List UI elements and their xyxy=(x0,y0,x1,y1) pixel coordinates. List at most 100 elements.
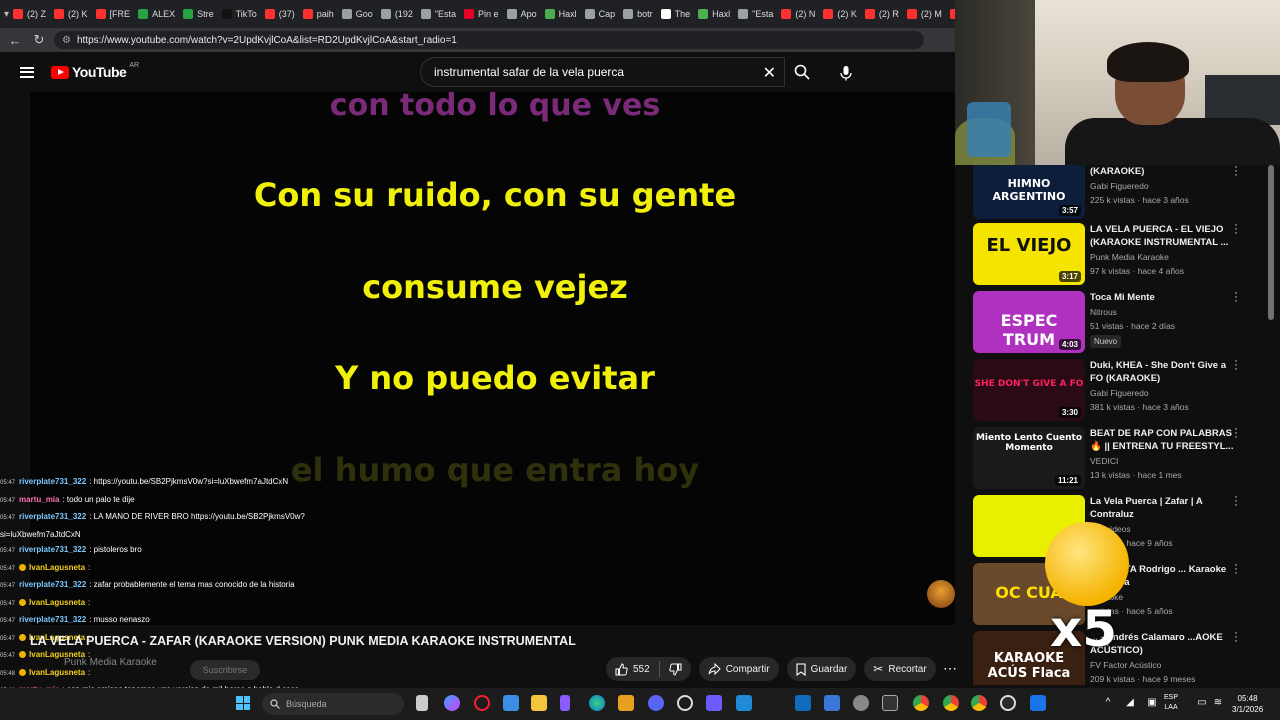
browser-tab[interactable]: TikTo xyxy=(218,3,261,25)
obs-icon[interactable] xyxy=(1000,695,1016,711)
browser-tab[interactable]: (192 xyxy=(377,3,417,25)
browser-tab[interactable]: (2) M xyxy=(903,3,946,25)
chat-username[interactable]: IvanLagusneta xyxy=(29,668,85,677)
recommendation-title[interactable]: (KARAOKE) xyxy=(1090,165,1240,178)
browser-tab[interactable]: (2) M xyxy=(946,3,955,25)
voice-search-button[interactable] xyxy=(832,59,860,87)
chat-username[interactable]: riverplate731_322 xyxy=(19,580,86,589)
subscribe-button[interactable]: Suscribirse xyxy=(190,660,260,680)
chat-username[interactable]: riverplate731_322 xyxy=(19,477,86,486)
browser-tab[interactable]: Haxl xyxy=(541,3,581,25)
video-thumbnail[interactable]: Miento Lento Cuento Momento 11:21 xyxy=(973,427,1085,489)
browser-tab[interactable]: [FRE xyxy=(92,3,135,25)
search-button[interactable] xyxy=(785,57,819,87)
recommendation-title[interactable]: Toca Mi Mente xyxy=(1090,291,1240,304)
more-vert-icon[interactable]: · · · xyxy=(1232,356,1240,375)
tray-chevron-icon[interactable]: ^ xyxy=(1102,697,1114,709)
channel-name[interactable]: Punk Media Karaoke xyxy=(64,657,157,668)
photos-icon[interactable] xyxy=(824,695,840,711)
browser-tab[interactable]: (2) N xyxy=(777,3,819,25)
folder-icon[interactable] xyxy=(531,695,547,711)
browser-tab[interactable]: Apo xyxy=(503,3,541,25)
browser-tab[interactable]: Pin e xyxy=(460,3,503,25)
site-info-icon[interactable]: ⚙ xyxy=(62,35,71,46)
browser-tab[interactable]: (37) xyxy=(261,3,299,25)
recommendation-channel[interactable]: Punk Media Karaoke xyxy=(1090,252,1240,262)
back-button[interactable]: ← xyxy=(6,31,24,49)
browser-tab[interactable]: (2) Z xyxy=(9,3,50,25)
dislike-button[interactable] xyxy=(660,657,691,681)
browser-tab[interactable]: Cap xyxy=(581,3,620,25)
menu-icon[interactable] xyxy=(20,66,34,78)
browser-tab[interactable]: Stre xyxy=(179,3,218,25)
clear-search-icon[interactable]: ✕ xyxy=(763,63,776,83)
recommendation-title[interactable]: Duki, KHEA - She Don't Give a FO (KARAOK… xyxy=(1090,359,1240,385)
address-bar[interactable]: ⚙ https://www.youtube.com/watch?v=2UpdKv… xyxy=(54,31,924,49)
recommendation-item[interactable]: KARAOKE ACÚS Flaca... - Andrés Calamaro … xyxy=(970,628,1270,685)
network-icon[interactable]: ◢ xyxy=(1124,697,1136,709)
chat-username[interactable]: IvanLagusneta xyxy=(29,598,85,607)
chat-username[interactable]: riverplate731_322 xyxy=(19,512,86,521)
browser-tab[interactable]: The xyxy=(657,3,695,25)
recommendation-channel[interactable]: Gabi Figueredo xyxy=(1090,181,1240,191)
system-clock[interactable]: 05:48 3/1/2026 xyxy=(1232,693,1263,715)
vpn-icon[interactable] xyxy=(618,695,634,711)
browser-tab[interactable]: (2) R xyxy=(861,3,903,25)
recommendation-item[interactable]: ESPEC TRUM 4:03 Toca Mi Mente Nitrous 51 vis… xyxy=(970,288,1270,353)
chrome-icon-3[interactable] xyxy=(971,695,987,711)
more-vert-icon[interactable]: · · · xyxy=(1232,165,1240,181)
browser-tab[interactable]: paih xyxy=(299,3,338,25)
recommendation-title[interactable]: BEAT DE RAP CON PALABRAS 🔥 || ENTRENA TU… xyxy=(1090,427,1240,453)
search-input[interactable]: instrumental safar de la vela puerca ✕ xyxy=(420,57,785,87)
browser-tab[interactable]: Goo xyxy=(338,3,377,25)
browser-tab[interactable]: ALEX xyxy=(134,3,179,25)
recommendation-item[interactable]: Miento Lento Cuento Momento 11:21 BEAT DE … xyxy=(970,424,1270,489)
more-vert-icon[interactable]: · · · xyxy=(1232,560,1240,579)
sidebar-scrollbar[interactable] xyxy=(1268,165,1274,320)
app-grid-icon[interactable] xyxy=(706,695,722,711)
share-button[interactable]: Compartir xyxy=(698,657,779,681)
calculator-icon[interactable] xyxy=(1030,695,1046,711)
opera-icon[interactable] xyxy=(474,695,490,711)
tray-app-icon[interactable]: ▣ xyxy=(1146,697,1158,709)
recommendation-title[interactable]: LA VELA PUERCA - EL VIEJO (KARAOKE INSTR… xyxy=(1090,223,1240,249)
channel-watermark-avatar[interactable] xyxy=(927,580,955,608)
ccleaner-icon[interactable] xyxy=(677,695,693,711)
video-thumbnail[interactable]: EL VIEJO 3:17 xyxy=(973,223,1085,285)
clip-button[interactable]: ✂ Recortar xyxy=(864,657,936,681)
browser-tab[interactable]: (2) K xyxy=(819,3,861,25)
keyboard-language[interactable]: ESP LAA xyxy=(1164,693,1178,713)
browser-tab[interactable]: "Esta xyxy=(734,3,777,25)
more-vert-icon[interactable]: · · · xyxy=(1232,492,1240,511)
pen-app-icon[interactable] xyxy=(560,695,570,711)
recommendation-channel[interactable]: FV Factor Acústico xyxy=(1090,660,1240,670)
recommendation-channel[interactable]: VEDICI xyxy=(1090,456,1240,466)
recommendation-item[interactable]: SHE DON'T GIVE A FO 3:30 Duki, KHEA - She … xyxy=(970,356,1270,421)
monitor-icon[interactable]: ▭ xyxy=(1196,697,1208,709)
chat-username[interactable]: riverplate731_322 xyxy=(19,545,86,554)
settings-icon[interactable] xyxy=(853,695,869,711)
recommendation-item[interactable]: HIMNO ARGENTINO 3:57 (KARAOKE) Gabi Figuere… xyxy=(970,165,1270,227)
file-explorer-icon[interactable] xyxy=(416,695,428,711)
recommendation-channel[interactable]: Nitrous xyxy=(1090,307,1240,317)
chat-username[interactable]: riverplate731_322 xyxy=(19,615,86,624)
video-thumbnail[interactable]: SHE DON'T GIVE A FO 3:30 xyxy=(973,359,1085,421)
edge-icon[interactable] xyxy=(589,695,605,711)
recommendation-item[interactable]: EL VIEJO 3:17 LA VELA PUERCA - EL VIEJO (K… xyxy=(970,220,1270,285)
chat-username[interactable]: IvanLagusneta xyxy=(29,563,85,572)
windows-start-button[interactable] xyxy=(236,696,250,710)
more-vert-icon[interactable]: · · · xyxy=(1232,424,1240,443)
browser-tab[interactable]: Haxl xyxy=(694,3,734,25)
store-icon[interactable] xyxy=(503,695,519,711)
more-vert-icon[interactable]: · · · xyxy=(1232,288,1240,307)
video-thumbnail[interactable]: ESPEC TRUM 4:03 xyxy=(973,291,1085,353)
reload-button[interactable]: ↻ xyxy=(30,31,48,49)
chat-username[interactable]: martu_mia xyxy=(19,495,59,504)
more-actions-button[interactable]: ⋯ xyxy=(940,660,960,678)
youtube-logo[interactable]: YouTube AR xyxy=(51,62,139,80)
discord-icon[interactable] xyxy=(648,695,664,711)
taskbar-search[interactable]: Búsqueda xyxy=(262,693,404,715)
terminal-icon[interactable] xyxy=(882,695,898,711)
browser-tab[interactable]: botr xyxy=(619,3,657,25)
chrome-icon-1[interactable] xyxy=(913,695,929,711)
